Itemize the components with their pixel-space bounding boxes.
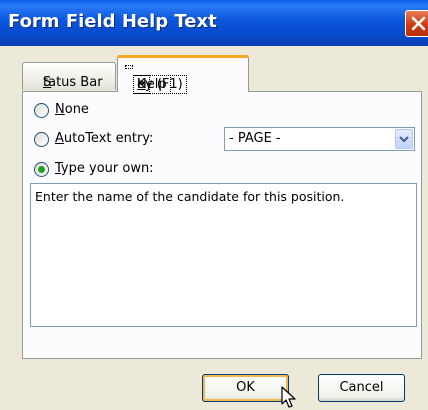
chevron-down-icon bbox=[399, 136, 409, 143]
radio-none-button[interactable] bbox=[34, 103, 49, 118]
radio-autotext-label[interactable]: AutoText entry: bbox=[55, 131, 153, 146]
cancel-button-label: Cancel bbox=[339, 380, 384, 395]
title-bar[interactable]: Form Field Help Text bbox=[0, 0, 428, 46]
mouse-pointer-icon bbox=[281, 386, 296, 408]
ok-button-label: OK bbox=[236, 380, 255, 395]
autotext-dropdown[interactable]: - PAGE - bbox=[224, 127, 415, 151]
radio-type-your-own-button[interactable] bbox=[34, 162, 49, 177]
help-text-value: Enter the name of the candidate for this… bbox=[35, 189, 345, 204]
help-text-input[interactable]: Enter the name of the candidate for this… bbox=[30, 183, 417, 327]
radio-autotext-button[interactable] bbox=[34, 132, 49, 147]
autotext-selected-value: - PAGE - bbox=[229, 131, 281, 146]
window-title: Form Field Help Text bbox=[8, 11, 217, 32]
close-button[interactable] bbox=[405, 10, 428, 37]
ok-button[interactable]: OK bbox=[202, 374, 289, 402]
cancel-button[interactable]: Cancel bbox=[318, 374, 405, 402]
radio-none-label[interactable]: None bbox=[55, 102, 89, 117]
radio-type-your-own-label[interactable]: Type your own: bbox=[55, 161, 154, 176]
tab-status-bar[interactable]: Status Bar bbox=[22, 62, 116, 90]
close-icon bbox=[411, 16, 426, 31]
tab-help-key-label: Help Key (F1) bbox=[125, 65, 187, 94]
tab-help-key[interactable]: Help Key (F1) bbox=[117, 55, 249, 94]
dropdown-button[interactable] bbox=[395, 129, 413, 149]
